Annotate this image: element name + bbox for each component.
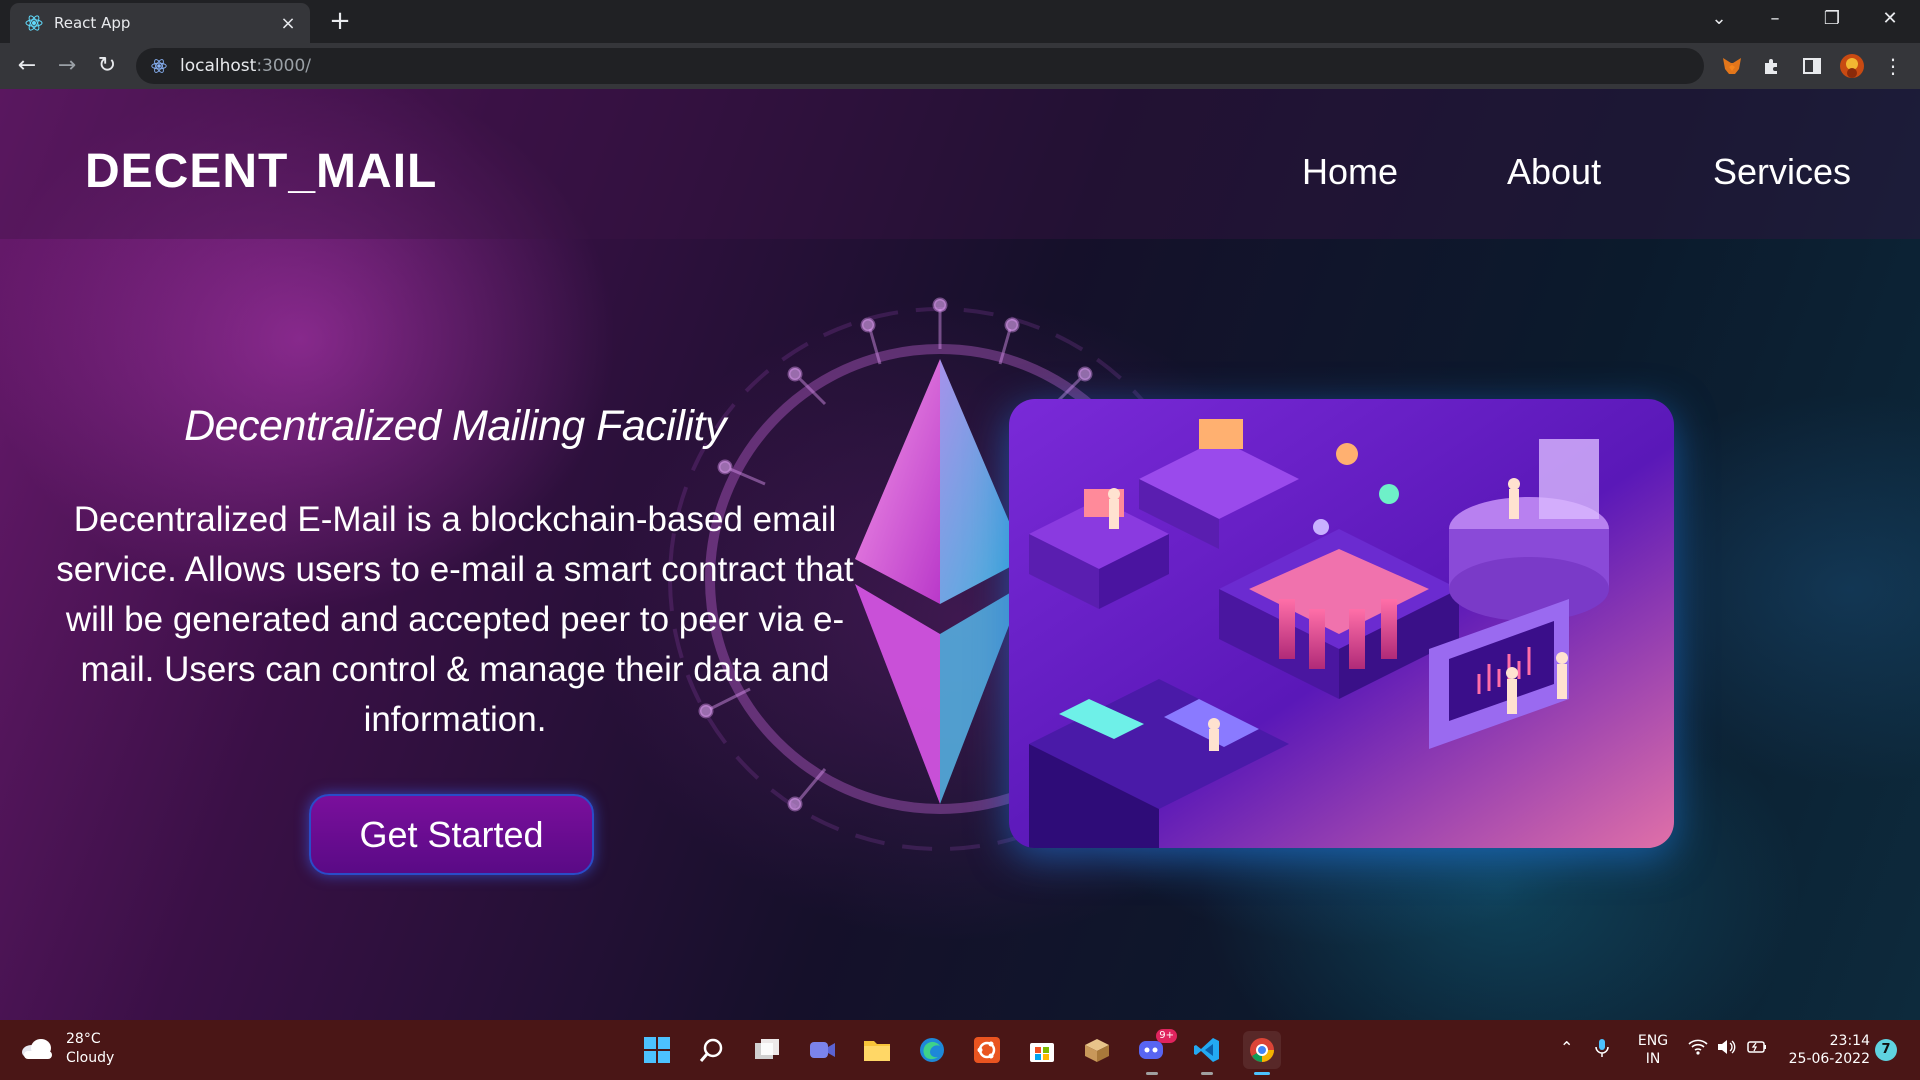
language-code: ENG — [1637, 1033, 1669, 1049]
extensions-puzzle-icon[interactable] — [1759, 53, 1785, 79]
nav-home[interactable]: Home — [1302, 151, 1398, 193]
webpage: DECENT_MAIL Home About Services Decentra… — [0, 89, 1920, 1020]
site-info-icon[interactable] — [150, 57, 168, 75]
vscode-icon[interactable] — [1188, 1031, 1226, 1075]
minimize-icon[interactable]: – — [1753, 5, 1797, 33]
task-view-icon[interactable] — [748, 1031, 786, 1069]
browser-tab-strip: React App × + ⌄ – ❐ ✕ — [0, 0, 1920, 43]
wifi-icon[interactable] — [1688, 1038, 1708, 1060]
chevron-up-icon[interactable]: ⌃ — [1560, 1038, 1573, 1057]
brand-logo[interactable]: DECENT_MAIL — [85, 144, 437, 199]
tab-search-icon[interactable]: ⌄ — [1697, 5, 1741, 33]
discord-icon[interactable]: 9+ — [1133, 1029, 1177, 1075]
microphone-icon[interactable] — [1594, 1038, 1610, 1062]
nav-services[interactable]: Services — [1713, 151, 1851, 193]
windows-taskbar: 28°C Cloudy 9+ ⌃ ENG IN 23:14 25-06-2022… — [0, 1020, 1920, 1080]
new-tab-button[interactable]: + — [325, 8, 355, 34]
url-path: :3000/ — [256, 56, 312, 76]
reload-icon[interactable]: ↻ — [93, 52, 121, 80]
restore-icon[interactable]: ❐ — [1810, 5, 1854, 33]
weather-condition: Cloudy — [66, 1050, 115, 1066]
address-bar[interactable]: localhost:3000/ — [136, 48, 1704, 84]
language-indicator[interactable]: ENG IN — [1633, 1032, 1673, 1068]
active-indicator — [1254, 1072, 1270, 1075]
edge-icon[interactable] — [913, 1031, 951, 1069]
get-started-button[interactable]: Get Started — [309, 794, 594, 875]
browser-menu-icon[interactable]: ⋮ — [1880, 53, 1906, 79]
weather-temperature: 28°C — [66, 1031, 101, 1047]
url-host: localhost — [180, 56, 257, 76]
clock-date: 25-06-2022 — [1788, 1051, 1870, 1067]
ubuntu-icon[interactable] — [968, 1031, 1006, 1069]
blockchain-isometric-illustration — [1009, 399, 1674, 848]
tab-close-icon[interactable]: × — [278, 13, 298, 34]
back-icon[interactable]: ← — [13, 52, 41, 80]
profile-avatar[interactable] — [1839, 53, 1865, 79]
browser-tab[interactable]: React App × — [10, 3, 310, 43]
volume-icon[interactable] — [1716, 1038, 1736, 1060]
weather-widget[interactable]: 28°C Cloudy — [20, 1030, 114, 1068]
hero-description: Decentralized E-Mail is a blockchain-bas… — [56, 500, 854, 739]
running-indicator — [1146, 1072, 1158, 1075]
file-explorer-icon[interactable] — [858, 1031, 896, 1069]
battery-icon[interactable] — [1746, 1038, 1768, 1060]
clock-time: 23:14 — [1829, 1033, 1870, 1049]
search-icon[interactable] — [693, 1031, 731, 1069]
notification-badge[interactable]: 7 — [1875, 1039, 1897, 1061]
teams-icon[interactable] — [803, 1031, 841, 1069]
tab-title: React App — [54, 14, 131, 32]
discord-badge: 9+ — [1156, 1029, 1177, 1043]
running-indicator — [1201, 1072, 1213, 1075]
cloud-icon — [22, 1039, 52, 1059]
clock[interactable]: 23:14 25-06-2022 — [1780, 1032, 1870, 1068]
side-panel-icon[interactable] — [1799, 53, 1825, 79]
language-region: IN — [1645, 1051, 1661, 1067]
box-icon[interactable] — [1078, 1031, 1116, 1069]
store-icon[interactable] — [1023, 1031, 1061, 1069]
close-window-icon[interactable]: ✕ — [1868, 5, 1912, 33]
metamask-extension-icon[interactable] — [1719, 53, 1745, 79]
nav-about[interactable]: About — [1507, 151, 1601, 193]
forward-icon[interactable]: → — [53, 52, 81, 80]
chrome-icon[interactable] — [1243, 1031, 1281, 1075]
react-favicon-icon — [25, 15, 43, 31]
browser-toolbar: ← → ↻ localhost:3000/ ⋮ — [0, 43, 1920, 89]
hero-title: Decentralized Mailing Facility — [184, 402, 726, 450]
start-icon[interactable] — [638, 1031, 676, 1069]
